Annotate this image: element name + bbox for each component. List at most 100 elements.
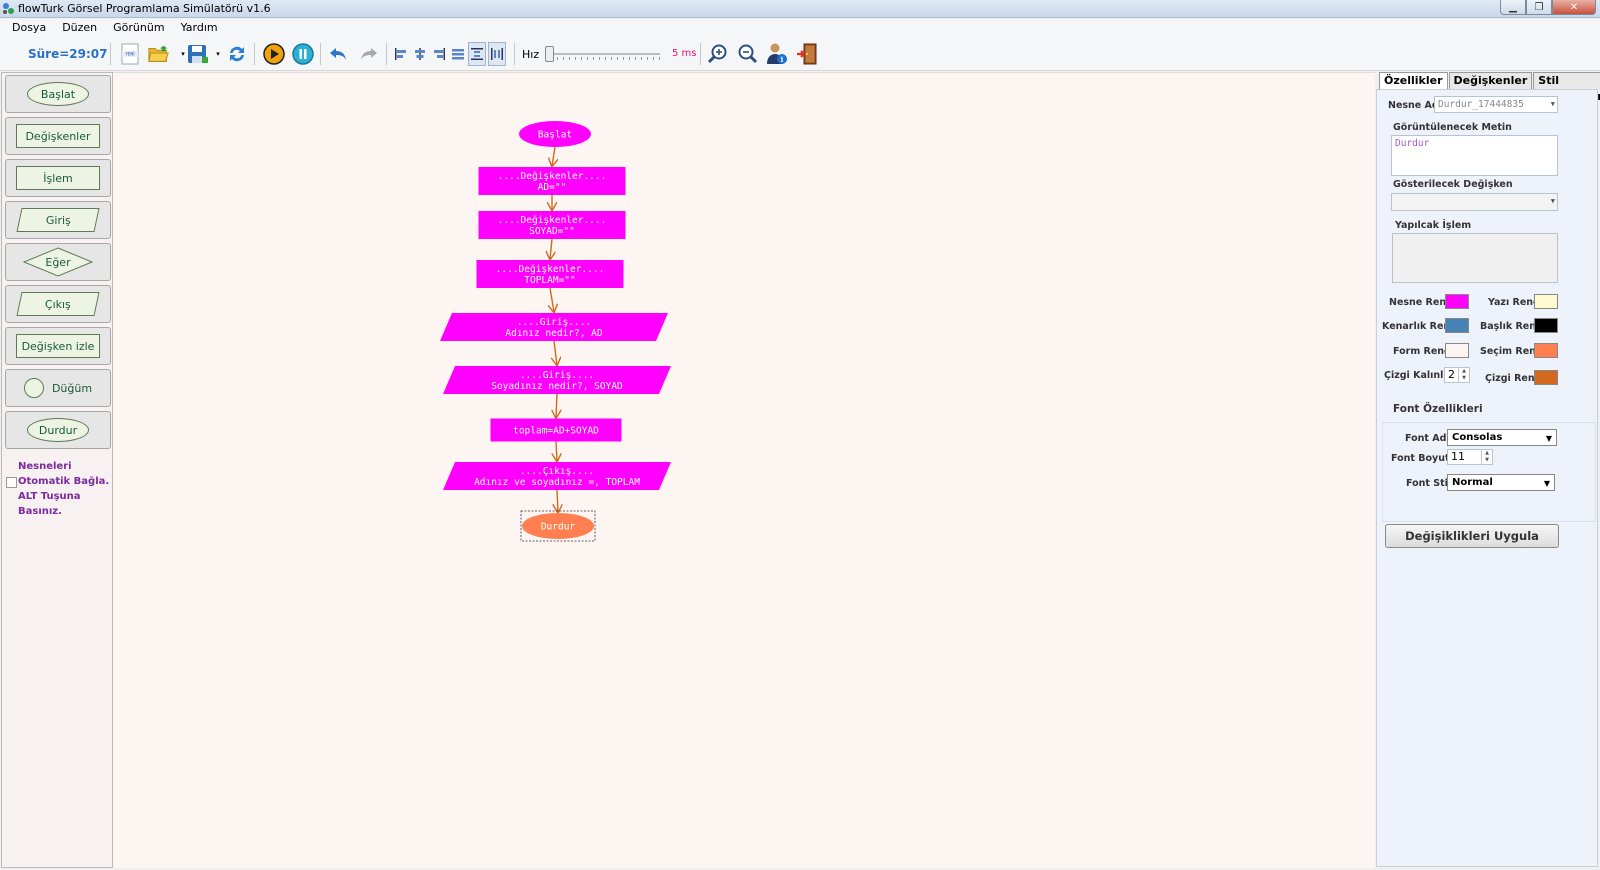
flow-node-oval[interactable]: Durdur	[520, 510, 596, 542]
font-style-value: Normal	[1452, 477, 1493, 488]
menu-bar: Dosya Düzen Görünüm Yardım	[0, 19, 1600, 37]
distribute-horizontal-icon[interactable]	[488, 42, 506, 66]
flow-node-para[interactable]: ....Çıkış....Adınız ve soyadınız =, TOPL…	[443, 462, 671, 490]
tab-style-templates[interactable]: Stil Şablonları	[1533, 72, 1600, 103]
border-color-swatch[interactable]	[1445, 318, 1469, 333]
flow-node-text: ....Değişkenler....	[496, 264, 605, 275]
tab-variables[interactable]: Değişkenler	[1448, 72, 1533, 89]
font-style-select[interactable]: Normal ▼	[1447, 474, 1555, 491]
speed-slider-thumb[interactable]	[545, 46, 554, 62]
flow-arrow[interactable]	[556, 393, 557, 418]
flow-node-text: SOYAD=""	[529, 226, 575, 237]
speed-label: Hız	[522, 48, 540, 61]
properties-panel: Özellikler Değişkenler Stil Şablonları N…	[1376, 72, 1600, 868]
palette-watch-variable-button[interactable]: Değişken izle	[5, 327, 111, 365]
maximize-button[interactable]: ❐	[1526, 0, 1552, 15]
title-bar: flowTurk Görsel Programlama Simülatörü v…	[0, 0, 1600, 18]
auto-connect-checkbox[interactable]	[6, 477, 17, 488]
zoom-out-icon[interactable]	[735, 42, 759, 66]
flow-arrow[interactable]	[556, 441, 557, 462]
pause-icon[interactable]	[291, 42, 315, 66]
title-color-swatch[interactable]	[1534, 318, 1558, 333]
chevron-down-icon: ▼	[1550, 100, 1555, 108]
font-section-label: Font Özellikleri	[1393, 403, 1483, 415]
action-field[interactable]	[1392, 233, 1558, 283]
toolbar: Süre=29:07 YENİ ▾ ▾ Hız 5 ms i	[0, 37, 1600, 71]
save-icon[interactable]	[186, 42, 210, 66]
action-label: Yapılcak İşlem	[1395, 220, 1472, 231]
align-justify-icon[interactable]	[449, 42, 467, 66]
tab-properties[interactable]: Özellikler	[1379, 72, 1448, 90]
palette-process-button[interactable]: İşlem	[5, 159, 111, 197]
flow-node-para[interactable]: ....Giriş....Adınız nedir?, AD	[440, 313, 668, 341]
line-width-stepper[interactable]: 2 ▲ ▼	[1444, 367, 1470, 383]
palette-input-button[interactable]: Giriş	[5, 201, 111, 239]
stepper-arrows-icon[interactable]: ▲ ▼	[1481, 450, 1492, 464]
shown-variable-select[interactable]: ▼	[1391, 193, 1558, 211]
play-icon[interactable]	[262, 42, 286, 66]
menu-help[interactable]: Yardım	[181, 19, 218, 37]
align-center-icon[interactable]	[411, 42, 429, 66]
palette-input-label: Giriş	[45, 213, 71, 227]
text-color-swatch[interactable]	[1534, 294, 1558, 309]
font-size-stepper[interactable]: 11 ▲ ▼	[1447, 449, 1493, 465]
save-dropdown-icon[interactable]: ▾	[212, 42, 224, 66]
palette-stop-label: Durdur	[38, 423, 78, 437]
display-text-field[interactable]: Durdur	[1391, 135, 1558, 176]
flow-node-para[interactable]: ....Giriş....Soyadınız nedir?, SOYAD	[443, 366, 671, 394]
shape-palette: Başlat Değişkenler İşlem Giriş Eğer Çıkı…	[1, 72, 113, 868]
speed-slider[interactable]	[545, 45, 660, 63]
auto-connect-label: Nesneleri Otomatik Bağla. ALT Tuşuna Bas…	[18, 461, 110, 517]
palette-output-button[interactable]: Çıkış	[5, 285, 111, 323]
flow-arrow[interactable]	[550, 238, 552, 259]
flow-node-rect[interactable]: ....Değişkenler....AD=""	[478, 167, 626, 195]
exit-door-icon[interactable]	[795, 42, 819, 66]
flow-node-text: ....Giriş....	[520, 370, 594, 381]
close-button[interactable]: ✕	[1552, 0, 1596, 15]
open-folder-icon[interactable]	[147, 42, 171, 66]
apply-changes-button[interactable]: Değişiklikleri Uygula	[1385, 524, 1559, 548]
minimize-button[interactable]: ▁	[1500, 0, 1526, 15]
palette-start-label: Başlat	[40, 87, 76, 101]
flow-arrow[interactable]	[554, 340, 557, 365]
output-shape: Çıkış	[16, 292, 100, 316]
zoom-in-icon[interactable]	[706, 42, 730, 66]
display-text-label: Görüntülenecek Metin	[1393, 122, 1512, 133]
new-page-icon[interactable]: YENİ	[118, 42, 142, 66]
user-info-icon[interactable]: i	[765, 42, 789, 66]
flowchart-canvas[interactable]: Başlat ....Değişkenler.... AD="" ....Değişk…	[113, 72, 1375, 868]
flow-arrow[interactable]	[550, 287, 554, 312]
stepper-arrows-icon[interactable]: ▲ ▼	[1458, 368, 1469, 382]
flow-node-rect[interactable]: toplam=AD+SOYAD	[490, 418, 622, 442]
flow-arrow[interactable]	[557, 489, 558, 512]
properties-form: Nesne Adı Durdur_17444835 ▼ Görüntülenec…	[1376, 89, 1598, 867]
flow-node-text: Adınız ve soyadınız =, TOPLAM	[474, 477, 640, 488]
flow-node-oval[interactable]: Başlat	[519, 121, 591, 147]
menu-view[interactable]: Görünüm	[113, 19, 164, 37]
align-right-icon[interactable]	[430, 42, 448, 66]
palette-variables-button[interactable]: Değişkenler	[5, 117, 111, 155]
flow-node-text: ....Değişkenler....	[498, 215, 607, 226]
palette-stop-button[interactable]: Durdur	[5, 411, 111, 449]
flow-node-rect[interactable]: ....Değişkenler....TOPLAM=""	[476, 260, 624, 288]
refresh-icon[interactable]	[225, 42, 249, 66]
palette-node-button[interactable]: Düğüm	[5, 369, 111, 407]
object-name-field[interactable]: Durdur_17444835 ▼	[1434, 96, 1558, 113]
undo-icon[interactable]	[327, 42, 351, 66]
font-name-select[interactable]: Consolas ▼	[1447, 429, 1557, 446]
menu-edit[interactable]: Düzen	[62, 19, 97, 37]
flow-node-rect[interactable]: ....Değişkenler....SOYAD=""	[478, 211, 626, 239]
palette-start-button[interactable]: Başlat	[5, 75, 111, 113]
object-color-swatch[interactable]	[1445, 294, 1469, 309]
distribute-vertical-icon[interactable]	[468, 42, 486, 66]
align-left-icon[interactable]	[392, 42, 410, 66]
flow-arrow[interactable]	[552, 146, 555, 166]
flow-node-text: Başlat	[538, 130, 572, 141]
palette-if-button[interactable]: Eğer	[5, 243, 111, 281]
redo-icon[interactable]	[356, 42, 380, 66]
line-color-swatch[interactable]	[1534, 370, 1558, 385]
selection-color-swatch[interactable]	[1534, 343, 1558, 358]
menu-file[interactable]: Dosya	[12, 19, 46, 37]
app-logo-icon	[3, 3, 14, 14]
form-color-swatch[interactable]	[1445, 343, 1469, 358]
